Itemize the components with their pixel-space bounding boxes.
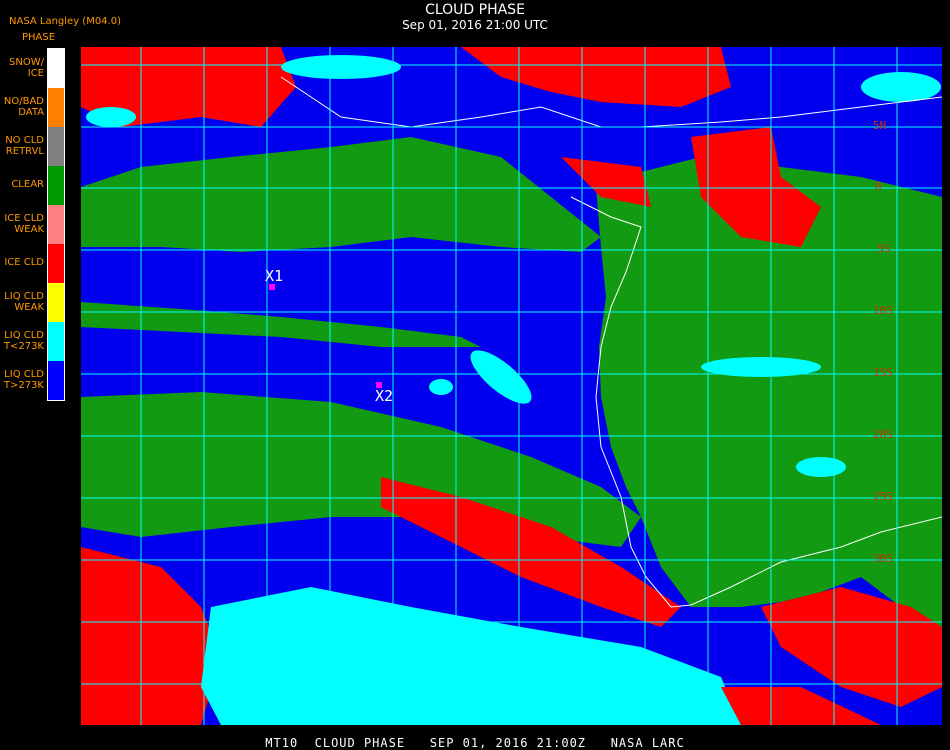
lat-label-5s: 5S <box>877 242 891 255</box>
legend-title: PHASE <box>22 32 56 43</box>
legend-label: NO/BAD DATA <box>3 95 44 118</box>
cold-liquid-patch <box>281 55 401 79</box>
legend-label: LIQ CLD T<273K <box>3 329 44 352</box>
legend-swatch <box>48 205 64 244</box>
lat-label-15s: 15S <box>873 366 893 379</box>
legend-swatch <box>48 88 64 127</box>
legend-label: ICE CLD <box>4 257 44 268</box>
legend-label: LIQ CLD WEAK <box>4 290 44 313</box>
footer-caption: MT10 CLOUD PHASE SEP 01, 2016 21:00Z NAS… <box>265 736 685 750</box>
legend-label: NO CLD RETRVL <box>5 134 44 157</box>
cloud-phase-imagery <box>81 47 942 725</box>
legend-swatch <box>48 166 64 205</box>
lat-label-10s: 10S <box>873 304 893 317</box>
cold-liquid-patch <box>86 107 136 127</box>
legend-label: CLEAR <box>11 179 44 190</box>
lat-label-20s: 20S <box>873 428 893 441</box>
marker-x1-label: X1 <box>265 267 284 285</box>
marker-x2-label: X2 <box>375 387 394 405</box>
legend-swatch <box>48 244 64 283</box>
legend-color-bar <box>47 48 65 401</box>
legend-swatch <box>48 283 64 322</box>
map-timestamp: Sep 01, 2016 21:00 UTC <box>402 18 548 32</box>
map-title: CLOUD PHASE <box>425 2 525 18</box>
lat-label-0: 0 <box>875 180 882 193</box>
legend-swatch <box>48 127 64 166</box>
cold-liquid-patch <box>429 379 453 395</box>
legend-swatch <box>48 49 64 88</box>
legend-swatch <box>48 361 64 400</box>
cloud-phase-map: 5N 0 5S 10S 15S 20S 25S 30S X1 X2 <box>81 47 942 725</box>
lat-label-30s: 30S <box>873 552 893 565</box>
cold-liquid-patch <box>796 457 846 477</box>
lat-label-25s: 25S <box>873 490 893 503</box>
cold-liquid-patch <box>861 72 941 102</box>
legend-label: ICE CLD WEAK <box>4 212 44 235</box>
legend-label: LIQ CLD T>273K <box>3 368 44 391</box>
legend-label: SNOW/ ICE <box>9 56 44 79</box>
legend-swatch <box>48 322 64 361</box>
lat-label-5n: 5N <box>873 119 887 132</box>
